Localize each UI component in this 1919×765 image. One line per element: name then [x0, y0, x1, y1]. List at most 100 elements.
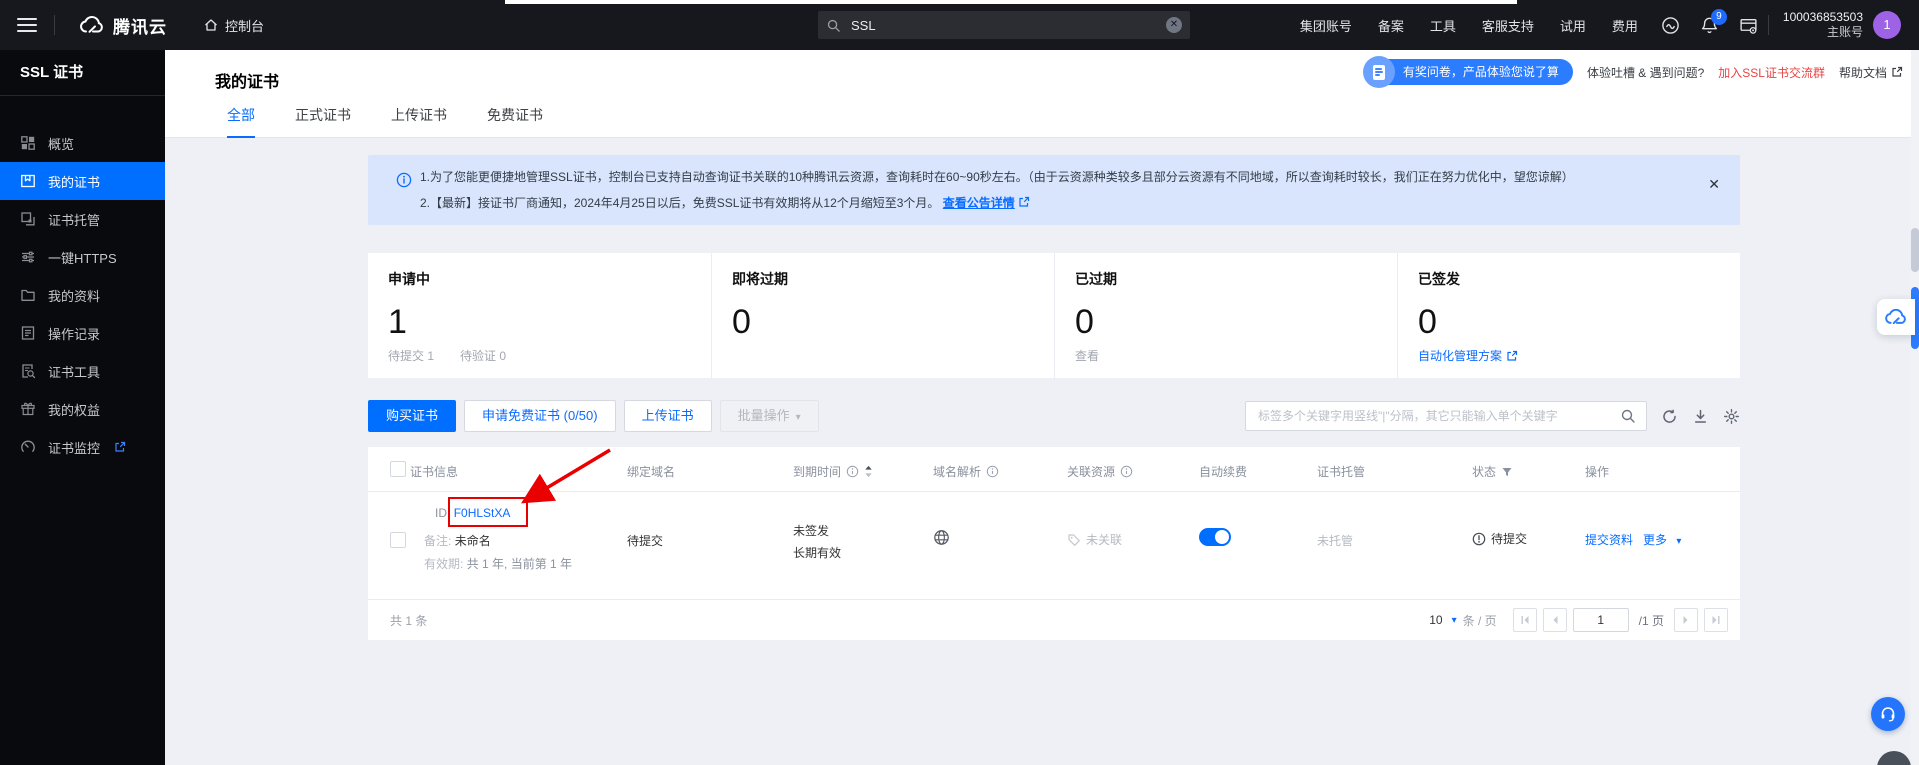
- home-icon: [203, 17, 219, 33]
- tag-icon: [1067, 533, 1081, 547]
- stat-sub-pending-submit: 待提交 1: [388, 347, 434, 364]
- join-group-link[interactable]: 加入SSL证书交流群: [1718, 64, 1825, 81]
- content-header: 我的证书 有奖问卷，产品体验您说了算 体验吐槽 & 遇到问题? 加入SSL证书交…: [165, 50, 1919, 138]
- domain-resolution-cell[interactable]: [933, 529, 950, 546]
- col-bound-domain: 绑定域名: [627, 463, 675, 480]
- validity-label: 有效期:: [424, 557, 463, 571]
- sidebar-item-certificate-monitor[interactable]: 证书监控: [0, 428, 165, 466]
- tab-all[interactable]: 全部: [227, 105, 255, 138]
- expire-duration: 长期有效: [793, 542, 841, 564]
- topnav-item-support[interactable]: 客服支持: [1482, 16, 1534, 35]
- global-search-input[interactable]: [849, 17, 1158, 34]
- clear-search-icon[interactable]: ✕: [1166, 17, 1182, 33]
- auto-renewal-toggle[interactable]: [1199, 528, 1231, 546]
- sidebar-item-operation-logs[interactable]: 操作记录: [0, 314, 165, 352]
- billing-panel-icon[interactable]: [1739, 16, 1758, 35]
- page-size-select[interactable]: 10 ▾: [1429, 613, 1456, 627]
- automation-plan-link[interactable]: 自动化管理方案: [1418, 347, 1518, 364]
- download-icon-button[interactable]: [1692, 408, 1709, 425]
- brand-text: 腾讯云: [113, 13, 167, 38]
- row-checkbox[interactable]: [390, 532, 406, 548]
- submit-info-link[interactable]: 提交资料: [1585, 531, 1633, 548]
- nav-divider: [54, 15, 55, 35]
- sidebar-item-my-documents[interactable]: 我的资料: [0, 276, 165, 314]
- headset-icon: [1879, 705, 1897, 723]
- page-number-input[interactable]: [1573, 608, 1629, 632]
- more-label: 更多: [1643, 533, 1667, 547]
- tab-uploaded-certificates[interactable]: 上传证书: [391, 105, 447, 138]
- hamburger-menu-button[interactable]: [0, 0, 54, 50]
- sidebar-item-certificate-tools[interactable]: 证书工具: [0, 352, 165, 390]
- table-row: ID: F0HLStXA 备注: 未命名 有效期: 共 1 年, 当前第 1 年…: [368, 492, 1740, 600]
- console-link[interactable]: 控制台: [203, 16, 264, 35]
- more-dropdown[interactable]: 更多 ▾: [1643, 531, 1681, 548]
- sidebar-item-my-benefits[interactable]: 我的权益: [0, 390, 165, 428]
- sidebar-item-hosting[interactable]: 证书托管: [0, 200, 165, 238]
- first-page-button[interactable]: [1513, 608, 1537, 632]
- tencent-cloud-logo[interactable]: 腾讯云: [79, 13, 167, 38]
- topnav-item-group-account[interactable]: 集团账号: [1300, 16, 1352, 35]
- apply-free-certificate-button[interactable]: 申请免费证书 (0/50): [464, 400, 616, 432]
- notice-banner: 1.为了您能更便捷地管理SSL证书，控制台已支持自动查询证书关联的10种腾讯云资…: [368, 155, 1740, 225]
- remark-cell: 备注: 未命名: [424, 532, 491, 549]
- close-icon[interactable]: ✕: [1708, 171, 1720, 197]
- buy-certificate-button[interactable]: 购买证书: [368, 400, 456, 432]
- sidebar-item-label: 我的资料: [48, 286, 100, 305]
- total-count: 共 1 条: [390, 612, 427, 629]
- info-icon[interactable]: [986, 465, 999, 478]
- topnav-item-tools[interactable]: 工具: [1430, 16, 1456, 35]
- col-auto-renewal: 自动续费: [1199, 463, 1247, 480]
- notice-line-2-text: 2.【最新】接证书厂商通知，2024年4月25日以后，免费SSL证书有效期将从1…: [420, 196, 939, 210]
- refresh-icon-button[interactable]: [1661, 408, 1678, 425]
- stat-card-expiring-soon: 即将过期 0: [711, 253, 1054, 378]
- notice-line-2: 2.【最新】接证书厂商通知，2024年4月25日以后，免费SSL证书有效期将从1…: [420, 190, 1680, 216]
- upload-certificate-button[interactable]: 上传证书: [624, 400, 712, 432]
- global-search[interactable]: ✕: [818, 11, 1190, 39]
- sidebar-item-overview[interactable]: 概览: [0, 124, 165, 162]
- prev-page-button[interactable]: [1543, 608, 1567, 632]
- ticket-icon[interactable]: [1661, 16, 1680, 35]
- cloud-assistant-widget[interactable]: [1877, 299, 1915, 335]
- chat-support-button[interactable]: [1871, 697, 1905, 731]
- batch-operation-button[interactable]: 批量操作▾: [720, 400, 819, 432]
- topnav-item-billing[interactable]: 费用: [1612, 16, 1638, 35]
- settings-gear-icon-button[interactable]: [1723, 408, 1740, 425]
- help-doc-link[interactable]: 帮助文档: [1839, 64, 1903, 81]
- sort-icon[interactable]: [864, 465, 873, 478]
- info-icon[interactable]: [846, 465, 859, 478]
- info-icon[interactable]: [1120, 465, 1133, 478]
- hosting-icon: [20, 211, 36, 227]
- keyword-search-box[interactable]: [1245, 401, 1647, 431]
- keyword-search-input[interactable]: [1256, 408, 1620, 424]
- next-page-button[interactable]: [1674, 608, 1698, 632]
- col-label: 到期时间: [793, 463, 841, 480]
- filter-icon[interactable]: [1501, 466, 1513, 478]
- cloud-logo-icon: [1884, 308, 1908, 326]
- stat-card-issued: 已签发 0 自动化管理方案: [1397, 253, 1740, 378]
- sidebar-item-one-click-https[interactable]: 一键HTTPS: [0, 238, 165, 276]
- actions-cell: 提交资料 更多 ▾: [1585, 531, 1681, 548]
- header-right: 有奖问卷，产品体验您说了算 体验吐槽 & 遇到问题? 加入SSL证书交流群 帮助…: [1365, 58, 1903, 86]
- avatar[interactable]: 1: [1873, 11, 1901, 39]
- tab-paid-certificates[interactable]: 正式证书: [295, 105, 351, 138]
- tab-free-certificates[interactable]: 免费证书: [487, 105, 543, 138]
- last-page-button[interactable]: [1704, 608, 1728, 632]
- scrollbar-thumb[interactable]: [1911, 228, 1919, 272]
- sidebar-item-label: 证书托管: [48, 210, 100, 229]
- overview-grid-icon: [20, 135, 36, 151]
- announcement-link[interactable]: 查看公告详情: [943, 196, 1015, 210]
- view-link[interactable]: 查看: [1075, 347, 1099, 364]
- topnav-item-trial[interactable]: 试用: [1560, 16, 1586, 35]
- account-info[interactable]: 100036853503 主账号: [1783, 10, 1863, 40]
- topnav-item-icp-filing[interactable]: 备案: [1378, 16, 1404, 35]
- secondary-floating-button[interactable]: [1877, 751, 1911, 765]
- tab-bar: 全部 正式证书 上传证书 免费证书: [227, 105, 543, 138]
- notification-bell-icon[interactable]: 9: [1700, 16, 1719, 35]
- resource-status: 未关联: [1086, 531, 1122, 548]
- sidebar: SSL 证书 概览 我的证书: [0, 50, 165, 765]
- stat-value: 0: [732, 303, 1054, 342]
- select-all-checkbox[interactable]: [390, 461, 406, 477]
- survey-button[interactable]: 有奖问卷，产品体验您说了算: [1365, 59, 1573, 85]
- sidebar-item-label: 证书工具: [48, 362, 100, 381]
- sidebar-item-my-certificates[interactable]: 我的证书: [0, 162, 165, 200]
